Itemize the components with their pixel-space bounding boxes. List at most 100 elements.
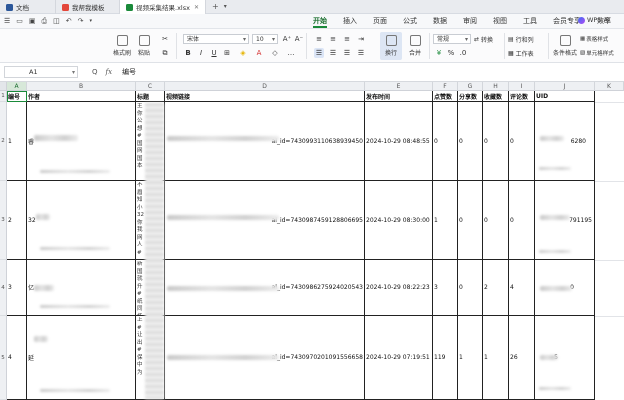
undo-icon[interactable]: ↶ — [66, 17, 72, 25]
fill-color-icon[interactable]: ◈ — [238, 48, 248, 58]
row-header[interactable]: 4 — [0, 260, 7, 316]
border-icon[interactable]: ⊞ — [222, 48, 232, 58]
font-color-icon[interactable]: A — [254, 48, 264, 58]
cell-id[interactable]: 3 — [7, 260, 27, 316]
cell-link[interactable]: al_id=7430987459128806695 — [165, 181, 365, 260]
wrap-text-button[interactable]: 换行 — [380, 32, 402, 60]
row-header[interactable]: 5 — [0, 316, 7, 400]
align-bottom-icon[interactable]: ≡ — [342, 34, 352, 44]
column-header-b[interactable]: B — [27, 82, 136, 91]
merge-button[interactable]: 合并 — [404, 32, 426, 60]
header-cell-link[interactable]: 视频链接 — [165, 91, 365, 102]
menu-formula[interactable]: 公式 — [395, 14, 425, 29]
cell-uid[interactable]: 791195 — [535, 181, 595, 260]
cell-id[interactable]: 2 — [7, 181, 27, 260]
clear-format-icon[interactable]: ◇ — [270, 48, 280, 58]
redo-icon[interactable]: ↷ — [78, 17, 84, 25]
cell-shares[interactable]: 1 — [458, 316, 483, 400]
align-center-icon[interactable]: ☰ — [328, 48, 338, 58]
conditional-format-button[interactable]: 条件格式 — [552, 32, 578, 60]
column-header-i[interactable]: I — [509, 82, 535, 91]
new-tab-button[interactable]: + — [212, 2, 219, 11]
row-header[interactable]: 2 — [0, 102, 7, 181]
column-header-f[interactable]: F — [433, 82, 458, 91]
rows-cols-button[interactable]: ▤ 行和列 — [508, 34, 534, 44]
tab-template[interactable]: 我帮我模板 — [56, 0, 120, 14]
menu-insert[interactable]: 插入 — [335, 14, 365, 29]
header-cell-favs[interactable]: 收藏数 — [483, 91, 509, 102]
menu-page[interactable]: 页面 — [365, 14, 395, 29]
bold-icon[interactable]: B — [183, 48, 193, 58]
name-box[interactable]: A1 — [4, 66, 78, 78]
cell-comments[interactable]: 26 — [509, 316, 535, 400]
chevron-down-icon[interactable]: ▾ — [224, 3, 227, 10]
column-header-h[interactable]: H — [483, 82, 509, 91]
cell-shares[interactable]: 0 — [458, 102, 483, 181]
cut-icon[interactable]: ✂ — [160, 34, 170, 44]
font-grow-icon[interactable]: A⁺ — [282, 34, 292, 44]
column-header-a[interactable]: A — [7, 82, 27, 91]
menu-review[interactable]: 审阅 — [455, 14, 485, 29]
header-cell-title[interactable]: 标题 — [136, 91, 165, 102]
worksheet-button[interactable]: ▦ 工作表 — [508, 48, 534, 58]
column-header-k[interactable]: K — [595, 82, 624, 91]
cell-favs[interactable]: 0 — [483, 102, 509, 181]
cell-favs[interactable]: 1 — [483, 316, 509, 400]
file-icon[interactable]: ▭ — [16, 17, 23, 25]
column-header-c[interactable]: C — [136, 82, 165, 91]
cell-time[interactable]: 2024-10-29 08:30:00 — [365, 181, 433, 260]
currency-icon[interactable]: ¥ — [434, 48, 444, 58]
number-format-select[interactable]: 常规 — [433, 34, 471, 44]
function-icon[interactable]: fx — [106, 68, 113, 76]
spreadsheet-grid[interactable]: A B C D E F G H I J K 1 2 3 4 5 编号 作者 标题… — [0, 82, 624, 400]
cell-time[interactable]: 2024-10-29 07:19:51 — [365, 316, 433, 400]
align-top-icon[interactable]: ≡ — [314, 34, 324, 44]
chevron-down-icon[interactable]: ▾ — [90, 18, 93, 24]
underline-icon[interactable]: U — [209, 48, 219, 58]
wps-ai-button[interactable]: WPS AI — [578, 16, 610, 24]
align-left-icon[interactable]: ☰ — [314, 48, 324, 58]
menu-tools[interactable]: 工具 — [515, 14, 545, 29]
column-header-d[interactable]: D — [165, 82, 365, 91]
header-cell-shares[interactable]: 分享数 — [458, 91, 483, 102]
italic-icon[interactable]: I — [196, 48, 206, 58]
menu-data[interactable]: 数据 — [425, 14, 455, 29]
decimal-icon[interactable]: .0 — [458, 48, 468, 58]
cell-likes[interactable]: 0 — [433, 102, 458, 181]
preview-icon[interactable]: ◫ — [53, 17, 60, 25]
header-cell-author[interactable]: 作者 — [27, 91, 136, 102]
font-size-select[interactable]: 10 — [252, 34, 278, 44]
cell-favs[interactable]: 0 — [483, 181, 509, 260]
percent-icon[interactable]: % — [446, 48, 456, 58]
cell-id[interactable]: 1 — [7, 102, 27, 181]
save-icon[interactable]: ▣ — [29, 17, 36, 25]
cell-time[interactable]: 2024-10-29 08:48:55 — [365, 102, 433, 181]
copy-icon[interactable]: ⧉ — [160, 48, 170, 58]
tab-sheet[interactable]: 视频采集结果.xlsx ✕ — [120, 0, 206, 14]
cell-likes[interactable]: 3 — [433, 260, 458, 316]
cell-shares[interactable]: 0 — [458, 260, 483, 316]
table-style-button[interactable]: ▦ 表格样式 — [580, 34, 608, 44]
font-name-select[interactable]: 宋体 — [183, 34, 249, 44]
cell-comments[interactable]: 4 — [509, 260, 535, 316]
header-cell-id[interactable]: 编号 — [7, 91, 27, 102]
header-cell-likes[interactable]: 点赞数 — [433, 91, 458, 102]
paste-button[interactable]: 粘贴 — [134, 33, 154, 59]
header-cell-comments[interactable]: 评论数 — [509, 91, 535, 102]
row-header[interactable]: 3 — [0, 181, 7, 260]
more-icon[interactable]: … — [286, 48, 296, 58]
align-right-icon[interactable]: ☰ — [342, 48, 352, 58]
cell-time[interactable]: 2024-10-29 08:22:23 — [365, 260, 433, 316]
cell-likes[interactable]: 1 — [433, 181, 458, 260]
cell-comments[interactable]: 0 — [509, 102, 535, 181]
cell-author[interactable]: 延 — [27, 316, 136, 400]
font-shrink-icon[interactable]: A⁻ — [294, 34, 304, 44]
tab-documents[interactable]: 文档 — [0, 0, 56, 14]
cell-style-button[interactable]: ▧ 单元格样式 — [580, 48, 614, 58]
close-icon[interactable]: ✕ — [194, 4, 199, 11]
cell-favs[interactable]: 2 — [483, 260, 509, 316]
menu-icon[interactable]: ☰ — [4, 17, 10, 25]
column-header-j[interactable]: J — [535, 82, 595, 91]
indent-icon[interactable]: ⇥ — [356, 34, 366, 44]
print-icon[interactable]: ⎙ — [42, 17, 48, 26]
